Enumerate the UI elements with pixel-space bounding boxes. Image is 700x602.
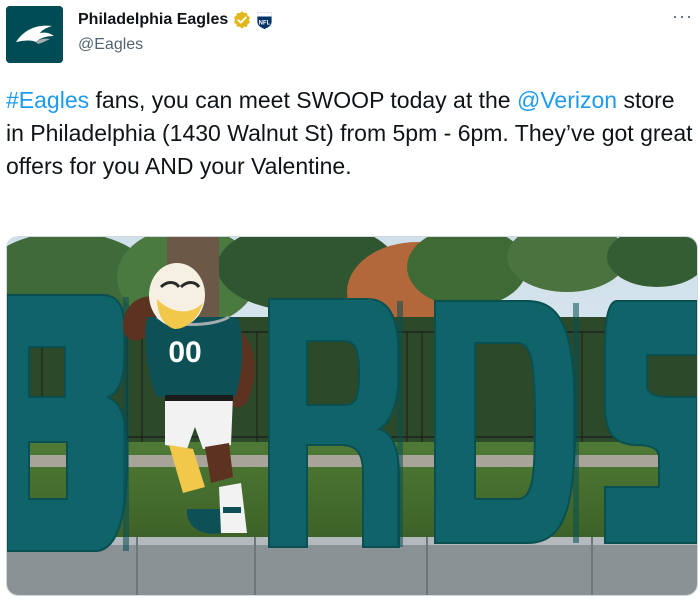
verified-badge-icon (234, 11, 251, 29)
hashtag-link[interactable]: #Eagles (6, 87, 89, 113)
more-options-button[interactable]: ··· (672, 6, 693, 27)
author-handle[interactable]: @Eagles (78, 36, 143, 54)
tweet-text-part-1: fans, you can meet SWOOP today at the (89, 87, 517, 113)
author-name-row: Philadelphia Eagles NFL (78, 9, 273, 31)
svg-text:NFL: NFL (259, 21, 271, 27)
tweet-photo[interactable]: 00 (6, 236, 698, 596)
avatar[interactable] (6, 6, 63, 63)
swoop-birds-sign-image: 00 (7, 237, 697, 595)
eagles-logo-icon (6, 6, 63, 63)
tweet-text: #Eagles fans, you can meet SWOOP today a… (6, 84, 696, 183)
mention-link[interactable]: @Verizon (517, 87, 617, 113)
jersey-number: 00 (168, 336, 201, 369)
nfl-shield-icon: NFL (256, 11, 273, 30)
author-display-name[interactable]: Philadelphia Eagles (78, 11, 228, 29)
